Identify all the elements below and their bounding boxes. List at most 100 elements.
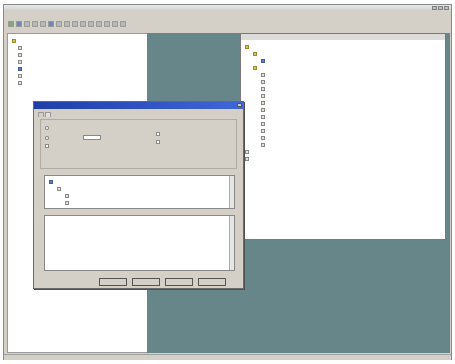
doc-icon xyxy=(261,107,265,112)
doc-icon xyxy=(261,72,265,77)
tree-item[interactable] xyxy=(18,59,24,64)
dialog-tabs xyxy=(38,112,51,117)
tree-item[interactable] xyxy=(18,45,24,50)
tree-item[interactable] xyxy=(261,72,267,77)
tree-item[interactable] xyxy=(261,93,267,98)
scrollbar[interactable] xyxy=(229,176,234,208)
toolbar-button-icon[interactable] xyxy=(24,21,30,27)
option-row[interactable] xyxy=(45,144,51,148)
tree-item[interactable] xyxy=(18,52,24,57)
properties-dialog xyxy=(33,101,244,289)
doc-icon xyxy=(261,86,265,91)
option-row[interactable] xyxy=(156,132,162,136)
node-icon xyxy=(57,186,61,191)
doc-icon xyxy=(261,121,265,126)
radio-button[interactable] xyxy=(45,126,49,130)
node-icon xyxy=(65,200,69,205)
toolbar xyxy=(4,18,451,30)
doc-icon xyxy=(245,156,249,161)
tree-item[interactable] xyxy=(18,66,26,71)
help-button[interactable] xyxy=(198,278,226,286)
checkbox[interactable] xyxy=(156,140,160,144)
tree-item[interactable] xyxy=(18,80,24,85)
tree-item[interactable] xyxy=(261,128,267,133)
doc-icon xyxy=(261,79,265,84)
toolbar-button-icon[interactable] xyxy=(104,21,110,27)
toolbar-button-icon[interactable] xyxy=(64,21,70,27)
ok-button[interactable] xyxy=(99,278,127,286)
tab-options[interactable] xyxy=(45,112,51,117)
doc-icon xyxy=(261,114,265,119)
node-icon xyxy=(49,179,53,184)
tree-item[interactable] xyxy=(261,114,267,119)
toolbar-button-icon[interactable] xyxy=(80,21,86,27)
tree-item[interactable] xyxy=(261,100,267,105)
folder-icon xyxy=(245,44,249,49)
doc-icon xyxy=(261,128,265,133)
tree-item[interactable] xyxy=(261,58,269,63)
toolbar-button-icon[interactable] xyxy=(56,21,62,27)
toolbar-button-icon[interactable] xyxy=(72,21,78,27)
tree-item[interactable] xyxy=(18,73,24,78)
cancel-button[interactable] xyxy=(132,278,160,286)
checkbox[interactable] xyxy=(45,144,49,148)
dialog-titlebar xyxy=(34,102,243,109)
tree-item[interactable] xyxy=(261,86,267,91)
dialog-tree[interactable] xyxy=(44,175,235,209)
option-row[interactable] xyxy=(45,135,101,140)
close-icon[interactable] xyxy=(237,103,242,107)
tree-item[interactable] xyxy=(57,186,63,191)
toolbar-button-icon[interactable] xyxy=(16,21,22,27)
tree-item[interactable] xyxy=(253,51,259,56)
toolbar-button-icon[interactable] xyxy=(40,21,46,27)
radio-button[interactable] xyxy=(45,135,49,140)
tree-item[interactable] xyxy=(261,135,267,140)
tree-item[interactable] xyxy=(12,38,18,43)
doc-icon xyxy=(18,45,22,50)
dialog-buttons xyxy=(99,278,226,286)
folder-icon xyxy=(253,51,257,56)
dialog-list[interactable] xyxy=(44,215,235,271)
doc-icon xyxy=(18,73,22,78)
tree-item[interactable] xyxy=(261,79,267,84)
toolbar-button-icon[interactable] xyxy=(112,21,118,27)
node-icon xyxy=(65,193,69,198)
folder-icon xyxy=(12,38,16,43)
toolbar-button-icon[interactable] xyxy=(48,21,54,27)
tab-general[interactable] xyxy=(38,112,44,117)
tree-item[interactable] xyxy=(65,200,71,205)
folder-icon xyxy=(253,65,257,70)
close-icon[interactable] xyxy=(444,6,449,10)
minimize-icon[interactable] xyxy=(432,6,437,10)
option-row[interactable] xyxy=(45,126,51,130)
options-group xyxy=(40,119,237,169)
tree-item[interactable] xyxy=(245,156,251,161)
tree-item[interactable] xyxy=(65,193,71,198)
tree-item[interactable] xyxy=(245,149,251,154)
value-stepper[interactable] xyxy=(83,135,101,140)
tree-item[interactable] xyxy=(261,107,267,112)
option-row[interactable] xyxy=(156,140,162,144)
toolbar-button-icon[interactable] xyxy=(32,21,38,27)
maximize-icon[interactable] xyxy=(438,6,443,10)
tree-item[interactable] xyxy=(245,44,251,49)
toolbar-button-icon[interactable] xyxy=(8,21,14,27)
menu-bar xyxy=(4,11,451,18)
doc-icon xyxy=(18,59,22,64)
scrollbar[interactable] xyxy=(229,216,234,270)
toolbar-button-icon[interactable] xyxy=(88,21,94,27)
toolbar-button-icon[interactable] xyxy=(120,21,126,27)
apply-button[interactable] xyxy=(165,278,193,286)
right-window-titlebar xyxy=(241,34,445,40)
tree-item[interactable] xyxy=(253,65,259,70)
doc-icon xyxy=(18,66,22,71)
right-tree-window[interactable] xyxy=(240,33,446,240)
status-bar xyxy=(4,354,451,360)
tree-item[interactable] xyxy=(261,121,267,126)
checkbox[interactable] xyxy=(156,132,160,136)
tree-item[interactable] xyxy=(261,142,267,147)
doc-icon xyxy=(261,58,265,63)
toolbar-button-icon[interactable] xyxy=(96,21,102,27)
doc-icon xyxy=(18,80,22,85)
tree-item[interactable] xyxy=(49,179,57,184)
